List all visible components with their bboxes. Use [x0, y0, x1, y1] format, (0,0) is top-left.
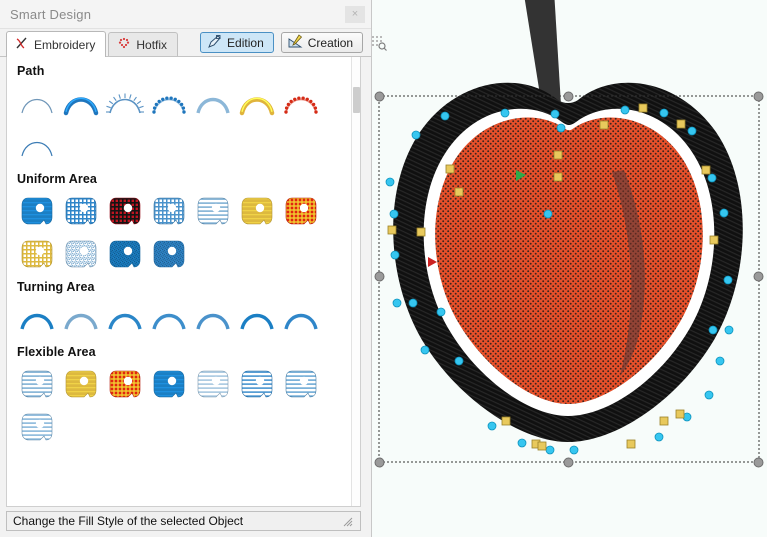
- needle-thread-icon: [15, 36, 29, 53]
- style-turning-check[interactable]: [147, 297, 191, 340]
- style-grid-fill[interactable]: [59, 189, 103, 232]
- pen-edit-icon: [207, 34, 222, 52]
- style-wave-fill-2[interactable]: [279, 362, 323, 405]
- style-row-turning-area: [15, 297, 350, 340]
- style-red-dotted-fill[interactable]: [279, 189, 323, 232]
- group-header-flexible-area: Flexible Area: [17, 345, 96, 359]
- status-message: Change the Fill Style of the selected Ob…: [13, 514, 244, 528]
- panel-tool-strip: Embroidery Hotfix Edition Creation: [0, 29, 388, 57]
- style-turning-smooth-2[interactable]: [279, 297, 323, 340]
- zoom-grid-icon[interactable]: [371, 34, 388, 52]
- style-turning-smooth[interactable]: [235, 297, 279, 340]
- style-textured-fill-2[interactable]: [147, 232, 191, 275]
- style-gallery[interactable]: Path Uniform Area Turning Area Flexible Are…: [7, 57, 350, 506]
- style-red-flexible-fill[interactable]: [103, 362, 147, 405]
- style-wave-fill-3[interactable]: [15, 405, 59, 448]
- edition-button[interactable]: Edition: [200, 32, 274, 53]
- panel-title: Smart Design: [10, 6, 92, 22]
- style-gold-grid-fill[interactable]: [15, 232, 59, 275]
- status-bar: Change the Fill Style of the selected Ob…: [6, 511, 361, 531]
- design-canvas[interactable]: [372, 0, 767, 537]
- style-lattice-fill[interactable]: [147, 189, 191, 232]
- group-header-uniform-area: Uniform Area: [17, 172, 97, 186]
- gallery-scrollbar[interactable]: [351, 57, 360, 506]
- resize-grip-icon[interactable]: [341, 515, 353, 527]
- style-gold-flexible-fill[interactable]: [59, 362, 103, 405]
- style-light-wave-fill[interactable]: [191, 362, 235, 405]
- style-solid-fill[interactable]: [15, 189, 59, 232]
- style-satin-arc[interactable]: [59, 81, 103, 124]
- style-contour-fill[interactable]: [191, 189, 235, 232]
- ruler-pencil-icon: [288, 33, 303, 52]
- style-comb-arc[interactable]: [103, 81, 147, 124]
- close-icon[interactable]: ×: [345, 5, 365, 23]
- style-solid-flexible-fill[interactable]: [147, 362, 191, 405]
- style-textured-fill[interactable]: [103, 232, 147, 275]
- rhinestone-heart-icon: [117, 36, 131, 53]
- tab-embroidery-label: Embroidery: [34, 37, 96, 52]
- style-turning-contour[interactable]: [191, 297, 235, 340]
- style-gallery-container: Path Uniform Area Turning Area Flexible Are…: [6, 57, 361, 507]
- style-gold-arc[interactable]: [235, 81, 279, 124]
- edition-label: Edition: [227, 35, 264, 50]
- style-wave-fill[interactable]: [235, 362, 279, 405]
- panel-title-bar: Smart Design ×: [0, 0, 371, 29]
- style-running-stitch-arc[interactable]: [15, 81, 59, 124]
- style-row-uniform-area: [15, 189, 350, 275]
- style-tapered-arc[interactable]: [191, 81, 235, 124]
- tab-hotfix[interactable]: Hotfix: [108, 32, 179, 56]
- style-maze-fill[interactable]: [15, 362, 59, 405]
- style-turning-rays[interactable]: [59, 297, 103, 340]
- group-header-turning-area: Turning Area: [17, 280, 95, 294]
- group-header-path: Path: [17, 64, 45, 78]
- creation-button[interactable]: Creation: [280, 32, 364, 53]
- style-dotted-arc[interactable]: [147, 81, 191, 124]
- style-scatter-fill[interactable]: [59, 232, 103, 275]
- style-plaid-fill[interactable]: [103, 189, 147, 232]
- style-red-dotted-arc[interactable]: [279, 81, 323, 124]
- style-gold-fill[interactable]: [235, 189, 279, 232]
- style-row-path: [15, 81, 350, 167]
- embroidery-design-artwork[interactable]: [372, 0, 767, 537]
- creation-label: Creation: [307, 35, 354, 50]
- style-row-flexible-area: [15, 362, 350, 448]
- style-turning-satin[interactable]: [15, 297, 59, 340]
- tab-hotfix-label: Hotfix: [136, 37, 168, 52]
- tab-embroidery[interactable]: Embroidery: [6, 31, 107, 57]
- style-simple-arc[interactable]: [15, 124, 59, 167]
- smart-design-panel: Smart Design × Embroidery Hotfix Edition…: [0, 0, 388, 537]
- gallery-scrollbar-thumb[interactable]: [353, 87, 360, 113]
- style-turning-ridged[interactable]: [103, 297, 147, 340]
